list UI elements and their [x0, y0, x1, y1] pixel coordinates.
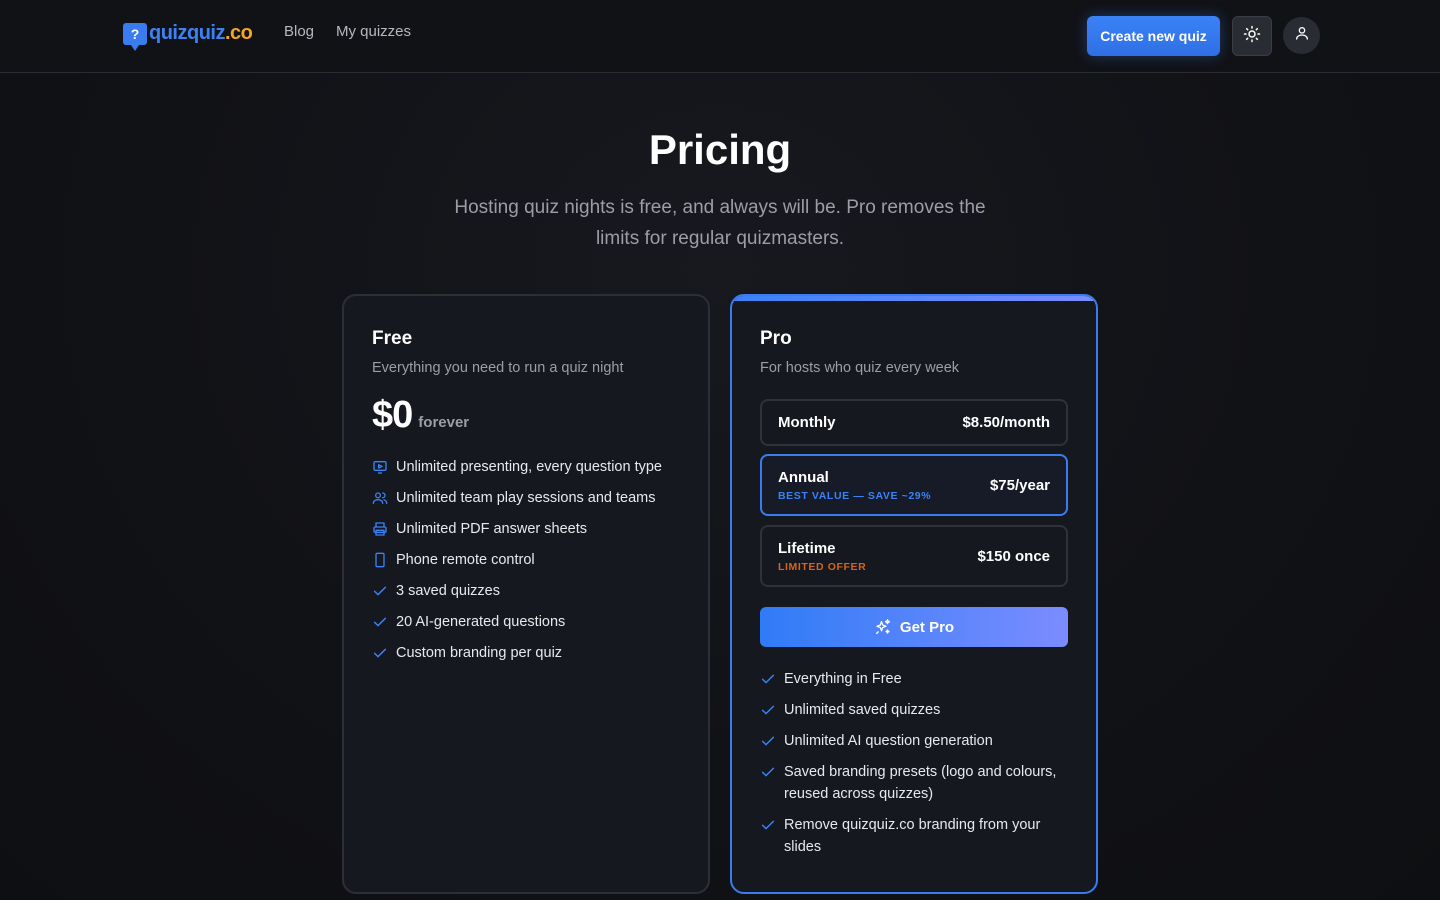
plan-option-info: Monthly — [778, 414, 836, 431]
check-icon — [760, 817, 776, 833]
feature-text: Custom branding per quiz — [396, 645, 563, 661]
check-icon — [760, 671, 776, 687]
feature-text: Unlimited saved quizzes — [784, 702, 941, 718]
theme-toggle-button[interactable] — [1232, 16, 1272, 56]
get-pro-label: Get Pro — [899, 618, 955, 636]
pro-feature-list: Everything in Free Unlimited saved quizz… — [760, 668, 1060, 867]
users-icon — [372, 490, 388, 506]
check-icon — [760, 764, 776, 780]
sun-icon — [1243, 25, 1261, 48]
feature-item: Remove quizquiz.co branding from your sl… — [760, 814, 1060, 858]
best-value-tag: BEST VALUE — SAVE ~29% — [778, 489, 932, 502]
feature-item: 20 AI-generated questions — [372, 611, 662, 633]
get-pro-button[interactable]: Get Pro — [760, 607, 1068, 647]
presentation-icon — [372, 459, 388, 475]
nav-link-blog[interactable]: Blog — [284, 23, 314, 40]
check-icon — [760, 733, 776, 749]
check-icon — [372, 614, 388, 630]
feature-text: 20 AI-generated questions — [396, 614, 566, 630]
feature-item: Everything in Free — [760, 668, 1060, 690]
feature-text: Saved branding presets (logo and colours… — [784, 764, 1057, 802]
create-new-quiz-button[interactable]: Create new quiz — [1087, 16, 1220, 56]
logo-wordmark: quizquiz.co — [149, 22, 253, 45]
feature-text: 3 saved quizzes — [396, 583, 500, 599]
price-note: forever — [418, 414, 470, 431]
feature-text: Unlimited AI question generation — [784, 733, 993, 749]
feature-text: Unlimited team play sessions and teams — [396, 490, 656, 506]
plan-option-price: $150 once — [977, 547, 1050, 565]
plan-option-monthly[interactable]: Monthly $8.50/month — [760, 399, 1068, 446]
feature-text: Phone remote control — [396, 552, 535, 568]
feature-item: Custom branding per quiz — [372, 642, 662, 664]
check-icon — [760, 702, 776, 718]
phone-icon — [372, 552, 388, 568]
plan-option-name: Lifetime — [778, 539, 836, 557]
printer-icon — [372, 521, 388, 537]
plan-description: Everything you need to run a quiz night — [372, 360, 624, 376]
top-nav-bar: ? quizquiz.co Blog My quizzes Create new… — [0, 0, 1440, 73]
check-icon — [372, 583, 388, 599]
price: $0 forever — [372, 394, 469, 437]
page-title: Pricing — [648, 126, 792, 173]
price-amount: $0 — [372, 394, 413, 436]
limited-offer-tag: LIMITED OFFER — [778, 560, 867, 573]
plan-option-price: $8.50/month — [962, 414, 1050, 431]
logo-badge-icon: ? — [123, 22, 147, 51]
pro-plan-card: Pro For hosts who quiz every week Monthl… — [730, 294, 1098, 894]
plan-option-price: $75/year — [989, 476, 1050, 494]
user-menu-button[interactable] — [1283, 17, 1320, 54]
feature-item: Saved branding presets (logo and colours… — [760, 761, 1060, 805]
plan-name: Pro — [760, 328, 792, 349]
page-subtitle: Hosting quiz nights is free, and always … — [454, 197, 986, 249]
check-icon — [372, 645, 388, 661]
plan-name: Free — [372, 328, 413, 349]
sparkles-icon — [874, 618, 892, 636]
plan-option-info: Annual BEST VALUE — SAVE ~29% — [778, 469, 931, 502]
feature-text: Unlimited PDF answer sheets — [396, 521, 587, 537]
feature-text: Remove quizquiz.co branding from your sl… — [784, 817, 1041, 855]
plan-option-annual[interactable]: Annual BEST VALUE — SAVE ~29% $75/year — [760, 454, 1068, 516]
feature-text: Everything in Free — [784, 671, 902, 687]
plan-option-lifetime[interactable]: Lifetime LIMITED OFFER $150 once — [760, 525, 1068, 587]
feature-item: Unlimited AI question generation — [760, 730, 1060, 752]
feature-text: Unlimited presenting, every question typ… — [396, 459, 662, 475]
feature-item: Unlimited saved quizzes — [760, 699, 1060, 721]
nav-link-my-quizzes[interactable]: My quizzes — [336, 23, 411, 40]
feature-item: Unlimited team play sessions and teams — [372, 487, 662, 509]
user-icon — [1294, 25, 1310, 46]
feature-item: Unlimited PDF answer sheets — [372, 518, 662, 540]
plan-description: For hosts who quiz every week — [760, 360, 960, 376]
logo[interactable]: ? quizquiz.co — [123, 22, 253, 51]
feature-item: 3 saved quizzes — [372, 580, 662, 602]
plan-option-name: Monthly — [778, 414, 836, 431]
logo-tld: .co — [224, 22, 253, 44]
plan-option-name: Annual — [778, 468, 829, 486]
plan-option-info: Lifetime LIMITED OFFER — [778, 540, 866, 573]
feature-item: Phone remote control — [372, 549, 662, 571]
free-feature-list: Unlimited presenting, every question typ… — [372, 456, 662, 673]
feature-item: Unlimited presenting, every question typ… — [372, 456, 662, 478]
free-plan-card: Free Everything you need to run a quiz n… — [342, 294, 710, 894]
logo-name: quizquiz — [149, 22, 225, 44]
